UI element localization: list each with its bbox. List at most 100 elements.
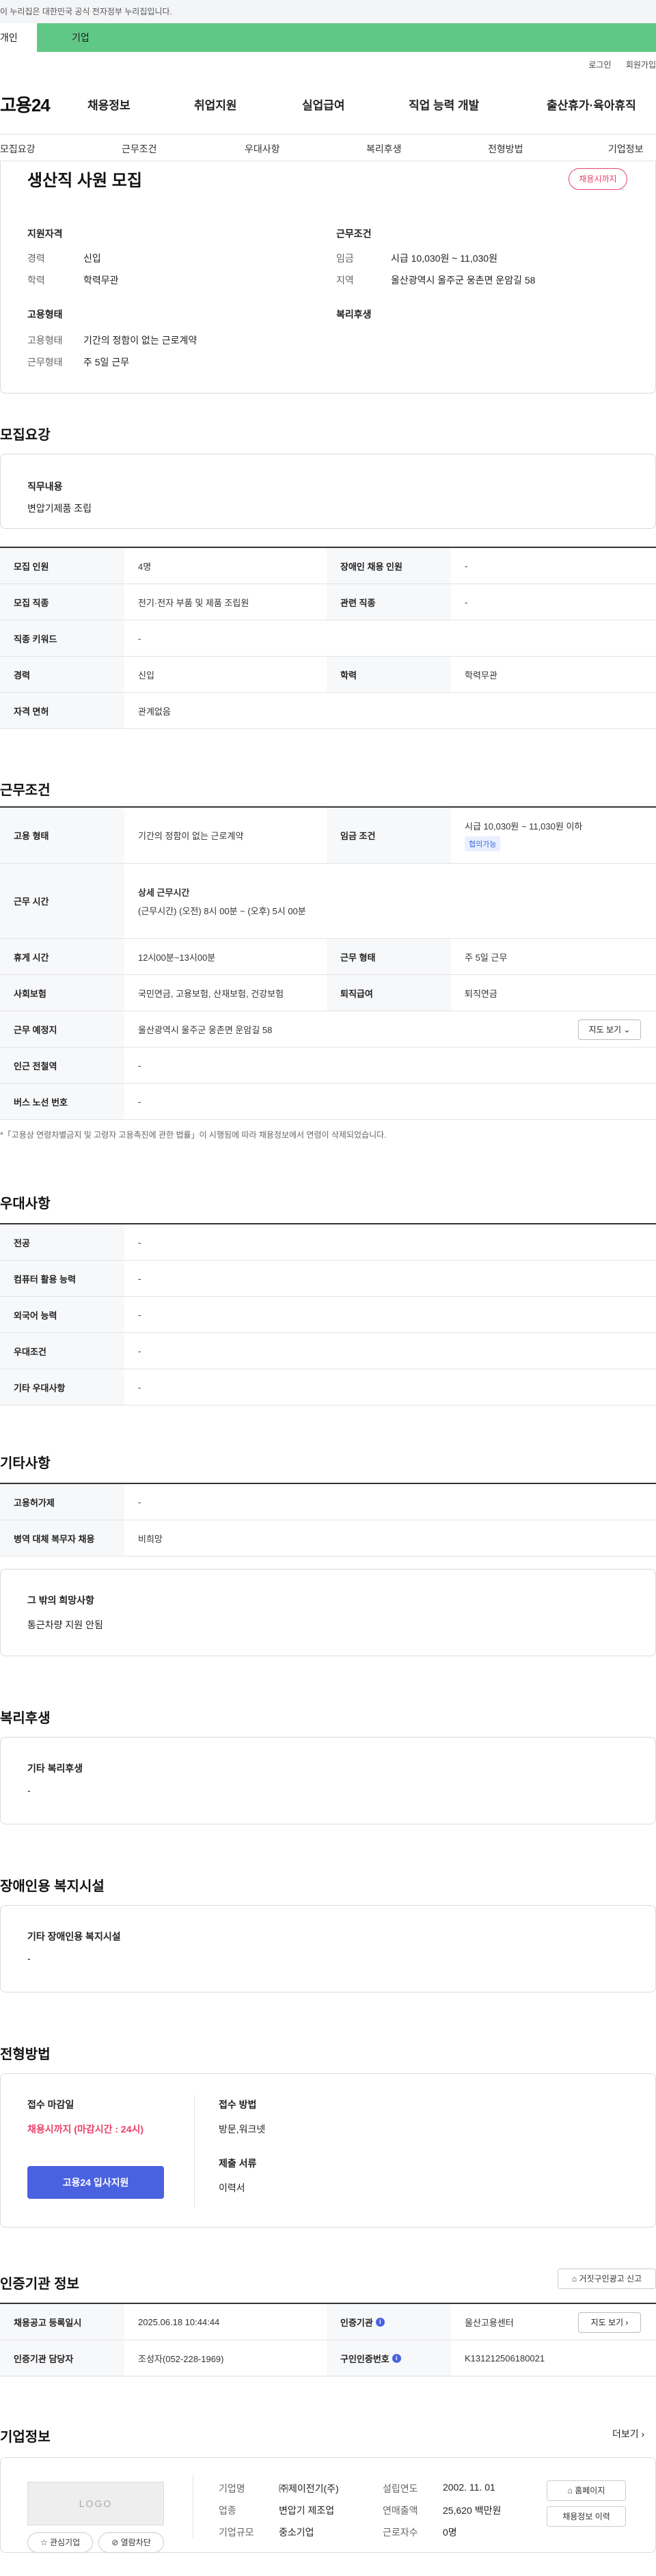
td-place: 울산광역시 울주군 웅촌면 운암길 58 <box>138 1024 273 1035</box>
td-wage: 시급 10,030원 ~ 11,030원 이하 협의가능 <box>451 808 656 863</box>
table-row: 인증기관 담당자 조성자(052-228-1969) 구인인증번호 i K131… <box>0 2340 656 2376</box>
th-place: 근무 예정지 <box>0 1011 124 1047</box>
hours-text: (근무시간) (오전) 8시 00분 ~ (오후) 5시 00분 <box>138 905 306 916</box>
agency-label: 인증기관 <box>340 2317 373 2328</box>
company-sales: 25,620 백만원 <box>443 2505 502 2516</box>
duty-card <box>0 454 656 529</box>
wish-value: 통근차량 지원 안됨 <box>27 1619 103 1630</box>
gnb-job-info[interactable]: 채용정보 <box>87 96 131 113</box>
td-headcount: 4명 <box>138 561 152 572</box>
docs-heading: 제출 서류 <box>219 2158 257 2169</box>
td-education: 학력무관 <box>465 670 497 681</box>
region-value: 울산광역시 울주군 웅촌면 운암길 58 <box>391 275 536 286</box>
table-row: 기타 우대사항 - <box>0 1369 656 1406</box>
homepage-button[interactable]: ⌂ 홈페이지 <box>547 2480 626 2501</box>
td-hours: 상세 근무시간 (근무시간) (오전) 8시 00분 ~ (오후) 5시 00분 <box>124 864 656 938</box>
subnav-welfare[interactable]: 복리후생 <box>366 142 402 156</box>
td-cert-number: K131212506180021 <box>465 2353 545 2363</box>
edu-value: 학력무관 <box>83 275 119 286</box>
tab-company[interactable]: 기업 <box>72 23 90 52</box>
favorite-label: 관심기업 <box>49 2538 81 2547</box>
td-pref-cond: - <box>138 1345 141 1356</box>
table-row: 모집 인원 4명 장애인 채용 인원 - <box>0 548 656 584</box>
star-icon: ☆ <box>40 2538 48 2547</box>
wage-value: 시급 10,030원 ~ 11,030원 <box>391 253 497 264</box>
th-disabled-headcount: 장애인 채용 인원 <box>327 548 451 584</box>
place-map-label: 지도 보기 <box>588 1025 622 1034</box>
company-size: 중소기업 <box>279 2527 314 2538</box>
td-language: - <box>138 1309 141 1320</box>
td-permit: - <box>138 1496 141 1507</box>
table-row: 휴게 시간 12시00분~13시00분 근무 형태 주 5일 근무 <box>0 939 656 975</box>
gnb-employment-support[interactable]: 취업지원 <box>194 96 237 113</box>
th-hours: 근무 시간 <box>0 864 124 938</box>
util-links: 로그인 회원가입 <box>576 59 656 70</box>
table-row: 전공 - <box>0 1224 656 1261</box>
td-worktype: 주 5일 근무 <box>465 952 508 963</box>
agency-map-button[interactable]: 지도 보기 › <box>578 2312 641 2333</box>
th-license: 자격 면허 <box>0 693 124 728</box>
job-title: 생산직 사원 모집 <box>27 172 142 190</box>
td-pref-etc: - <box>138 1382 141 1393</box>
info-icon[interactable]: i <box>392 2353 401 2363</box>
global-nav: 고용24 채용정보 취업지원 실업급여 직업 능력 개발 출산휴가·육아휴직 <box>0 85 656 123</box>
subnav-company[interactable]: 기업정보 <box>608 142 644 156</box>
td-severance: 퇴직연금 <box>465 988 497 999</box>
job-history-button[interactable]: 채용정보 이력 <box>547 2506 626 2527</box>
place-map-button[interactable]: 지도 보기 ⌄ <box>578 1019 641 1040</box>
th-career: 경력 <box>0 657 124 692</box>
deadline-heading: 접수 마감일 <box>27 2099 74 2110</box>
emptype-label: 고용형태 <box>27 335 63 346</box>
td-emptype: 기간의 정함이 없는 근로계약 <box>138 831 244 841</box>
table-row: 고용허가제 - <box>0 1484 656 1520</box>
td-related-occupation: - <box>465 597 468 607</box>
tab-personal[interactable]: 개인 <box>0 23 37 52</box>
chevron-right-icon: › <box>625 2318 629 2327</box>
info-icon[interactable]: i <box>375 2317 385 2327</box>
company-more-link[interactable]: 더보기 › <box>612 2427 644 2441</box>
table-row: 외국어 능력 - <box>0 1297 656 1333</box>
td-station: - <box>138 1060 141 1071</box>
subnav-work[interactable]: 근무조건 <box>122 142 157 156</box>
td-bus: - <box>138 1096 141 1107</box>
welfare-card-value: - <box>27 1785 31 1796</box>
welfare-card <box>0 1737 656 1824</box>
th-education: 학력 <box>327 657 451 692</box>
th-occupation: 모집 직종 <box>0 584 124 620</box>
negotiable-tag: 협의가능 <box>465 836 501 851</box>
duty-heading: 직무내용 <box>27 481 63 492</box>
block-view-button[interactable]: ⊘ 열람차단 <box>98 2532 164 2553</box>
screening-card <box>0 2073 656 2228</box>
subnav-screening[interactable]: 전형방법 <box>488 142 523 156</box>
gnb-skill-development[interactable]: 직업 능력 개발 <box>409 96 479 113</box>
report-false-ad-button[interactable]: ⌂ 거짓구인광고 신고 <box>558 2269 656 2289</box>
favorite-company-button[interactable]: ☆ 관심기업 <box>27 2532 93 2553</box>
td-military: 비희망 <box>138 1533 163 1544</box>
td-license: 관계없음 <box>138 706 171 717</box>
th-insurance: 사회보험 <box>0 975 124 1011</box>
career-value: 신입 <box>83 253 101 264</box>
chevron-down-icon: ⌄ <box>623 1025 631 1034</box>
welfare-heading: 복리후생 <box>336 309 372 320</box>
td-major: - <box>138 1237 141 1248</box>
gnb-parental-leave[interactable]: 출산휴가·육아휴직 <box>547 96 636 113</box>
login-link[interactable]: 로그인 <box>588 60 611 70</box>
block-label: 열람차단 <box>120 2538 151 2547</box>
top-tabbar: 개인 기업 <box>0 23 656 52</box>
site-logo[interactable]: 고용24 <box>0 92 51 117</box>
th-military: 병역 대체 복무자 채용 <box>0 1520 124 1556</box>
subnav-recruit[interactable]: 모집요강 <box>0 142 36 156</box>
region-label: 지역 <box>336 275 354 286</box>
emptype-value: 기간의 정함이 없는 근로계약 <box>83 335 197 346</box>
company-founded-label: 설립연도 <box>383 2483 418 2494</box>
th-headcount: 모집 인원 <box>0 548 124 584</box>
th-language: 외국어 능력 <box>0 1297 124 1332</box>
apply-button[interactable]: 고용24 입사지원 <box>27 2166 164 2199</box>
th-computer: 컴퓨터 활용 능력 <box>0 1261 124 1296</box>
chevron-right-icon: › <box>641 2428 645 2439</box>
gnb-unemployment-benefit[interactable]: 실업급여 <box>302 96 345 113</box>
subnav-pref[interactable]: 우대사항 <box>245 142 280 156</box>
method-heading: 접수 방법 <box>219 2099 257 2110</box>
table-row: 우대조건 - <box>0 1333 656 1369</box>
signup-link[interactable]: 회원가입 <box>626 60 656 70</box>
